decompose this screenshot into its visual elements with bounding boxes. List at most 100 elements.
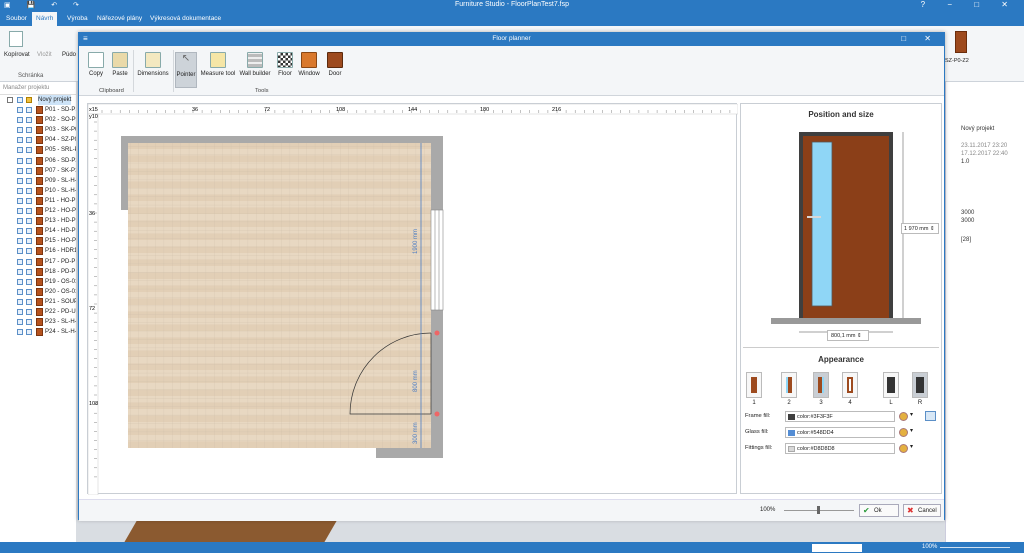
tree-item[interactable]: P13 - HD-P [0,216,76,226]
tree-item[interactable]: P06 - SD-P2 [0,156,76,166]
item-checkbox[interactable] [17,248,23,255]
tree-item[interactable]: P16 - HDR1 [0,246,76,256]
item-checkbox[interactable] [17,147,23,154]
item-checkbox-2[interactable] [26,268,32,275]
measure-tool-button[interactable]: Measure tool [200,52,236,88]
item-checkbox-2[interactable] [26,278,32,285]
item-checkbox-2[interactable] [26,197,32,204]
item-checkbox-2[interactable] [26,298,32,305]
tree-item[interactable]: P05 - SRL-P [0,145,76,155]
chevron-down-icon[interactable]: ▾ [910,427,913,434]
door-button[interactable]: Door [326,52,344,88]
door-handle-bottom[interactable] [434,411,440,417]
item-checkbox[interactable] [17,268,23,275]
window-controls[interactable]: ? − □ ✕ [921,0,1018,9]
item-checkbox[interactable] [17,278,23,285]
window-opening[interactable] [430,209,444,311]
item-checkbox[interactable] [17,117,23,124]
item-checkbox-2[interactable] [26,228,32,235]
item-checkbox[interactable] [17,167,23,174]
dialog-window-controls[interactable]: □ ✕ [901,34,939,43]
orientation-left-button[interactable] [883,372,899,398]
floor-button[interactable]: Floor [276,52,294,88]
tree-item[interactable]: P14 - HD-P [0,226,76,236]
ribbon-copy-label[interactable]: Kopírovat [4,52,30,58]
item-checkbox[interactable] [17,218,23,225]
chevron-down-icon[interactable]: ▾ [910,443,913,450]
item-checkbox[interactable] [17,329,23,336]
item-checkbox[interactable] [17,298,23,305]
item-checkbox-2[interactable] [26,147,32,154]
tree-item[interactable]: P22 - PD-UI [0,307,76,317]
item-checkbox-2[interactable] [26,288,32,295]
tab-vykresova-dokumentace[interactable]: Výkresová dokumentace [146,12,225,26]
palette-icon[interactable] [899,428,908,437]
item-checkbox[interactable] [17,157,23,164]
window-button[interactable]: Window [297,52,321,88]
copy-button[interactable]: Copy [87,52,105,88]
tree-root[interactable]: Nový projekt [0,95,76,105]
tab-soubor[interactable]: Soubor [2,12,31,26]
tree-item[interactable]: P20 - OS-01 [0,287,76,297]
orientation-right-button[interactable] [912,372,928,398]
height-input[interactable]: 1 970 mm ⇕ [901,223,939,234]
door-thumbnail[interactable] [955,31,967,53]
item-checkbox-2[interactable] [26,167,32,174]
door-handle-top[interactable] [434,330,440,336]
item-checkbox-2[interactable] [26,308,32,315]
fittings-fill-field[interactable]: color:#D8D8D8 [785,443,895,454]
variant-2-button[interactable] [781,372,797,398]
variant-4-button[interactable] [842,372,858,398]
ribbon-paste-label[interactable]: Vložit [37,52,52,58]
item-checkbox-2[interactable] [26,117,32,124]
chevron-down-icon[interactable]: ▾ [910,411,913,418]
item-checkbox[interactable] [17,107,23,114]
item-checkbox[interactable] [17,319,23,326]
tree-item[interactable]: P15 - HO-P [0,236,76,246]
wall-builder-button[interactable]: Wall builder [238,52,272,88]
tree-item[interactable]: P10 - SL-H- [0,186,76,196]
glass-fill-field[interactable]: color:#548DD4 [785,427,895,438]
item-checkbox[interactable] [17,177,23,184]
item-checkbox[interactable] [17,127,23,134]
tree-item[interactable]: P09 - SL-H- [0,176,76,186]
tab-narezove-plany[interactable]: Nářezové plány [93,12,146,26]
cancel-button[interactable]: ✖ Cancel [903,504,941,517]
dimensions-button[interactable]: Dimensions [136,52,170,88]
item-checkbox[interactable] [17,208,23,215]
tab-vyroba[interactable]: Výroba [63,12,92,26]
item-checkbox-2[interactable] [26,107,32,114]
item-checkbox-2[interactable] [26,248,32,255]
variant-1-button[interactable] [746,372,762,398]
item-checkbox[interactable] [17,308,23,315]
tab-navrh[interactable]: Návrh [32,12,58,26]
frame-fill-field[interactable]: color:#3F3F3F [785,411,895,422]
item-checkbox[interactable] [17,187,23,194]
zoom-slider[interactable] [940,547,1010,548]
ok-button[interactable]: ✔ Ok [859,504,899,517]
item-checkbox-2[interactable] [26,157,32,164]
item-checkbox[interactable] [17,238,23,245]
floor-plan-svg[interactable]: x15 y10 36 72 108 144 180 2163672108 1900 mm … [87,103,739,496]
paste-button[interactable]: Paste [110,52,130,88]
tree-item[interactable]: P01 - SD-P1 [0,105,76,115]
tree-item[interactable]: P07 - SK-P1 [0,166,76,176]
item-checkbox-2[interactable] [26,218,32,225]
item-checkbox[interactable] [17,228,23,235]
zoom-slider-thumb[interactable] [817,506,820,514]
ribbon-paste2-label[interactable]: Púdo [62,52,76,58]
tree-item[interactable]: P17 - PD-P [0,257,76,267]
item-checkbox-2[interactable] [26,258,32,265]
width-input[interactable]: 800,1 mm ⇕ [827,330,869,341]
tree-item[interactable]: P18 - PD-P [0,267,76,277]
palette-icon[interactable] [899,444,908,453]
tree-root-label[interactable]: Nový projekt [38,95,72,105]
tree-item[interactable]: P04 - SZ-P0 [0,135,76,145]
tree-item[interactable]: P23 - SL-H- [0,317,76,327]
item-checkbox-2[interactable] [26,177,32,184]
tree-item[interactable]: P24 - SL-H- [0,327,76,337]
item-checkbox[interactable] [17,197,23,204]
tree-item[interactable]: P02 - SO-P2 [0,115,76,125]
tree-item[interactable]: P21 - SOUP [0,297,76,307]
item-checkbox-2[interactable] [26,187,32,194]
